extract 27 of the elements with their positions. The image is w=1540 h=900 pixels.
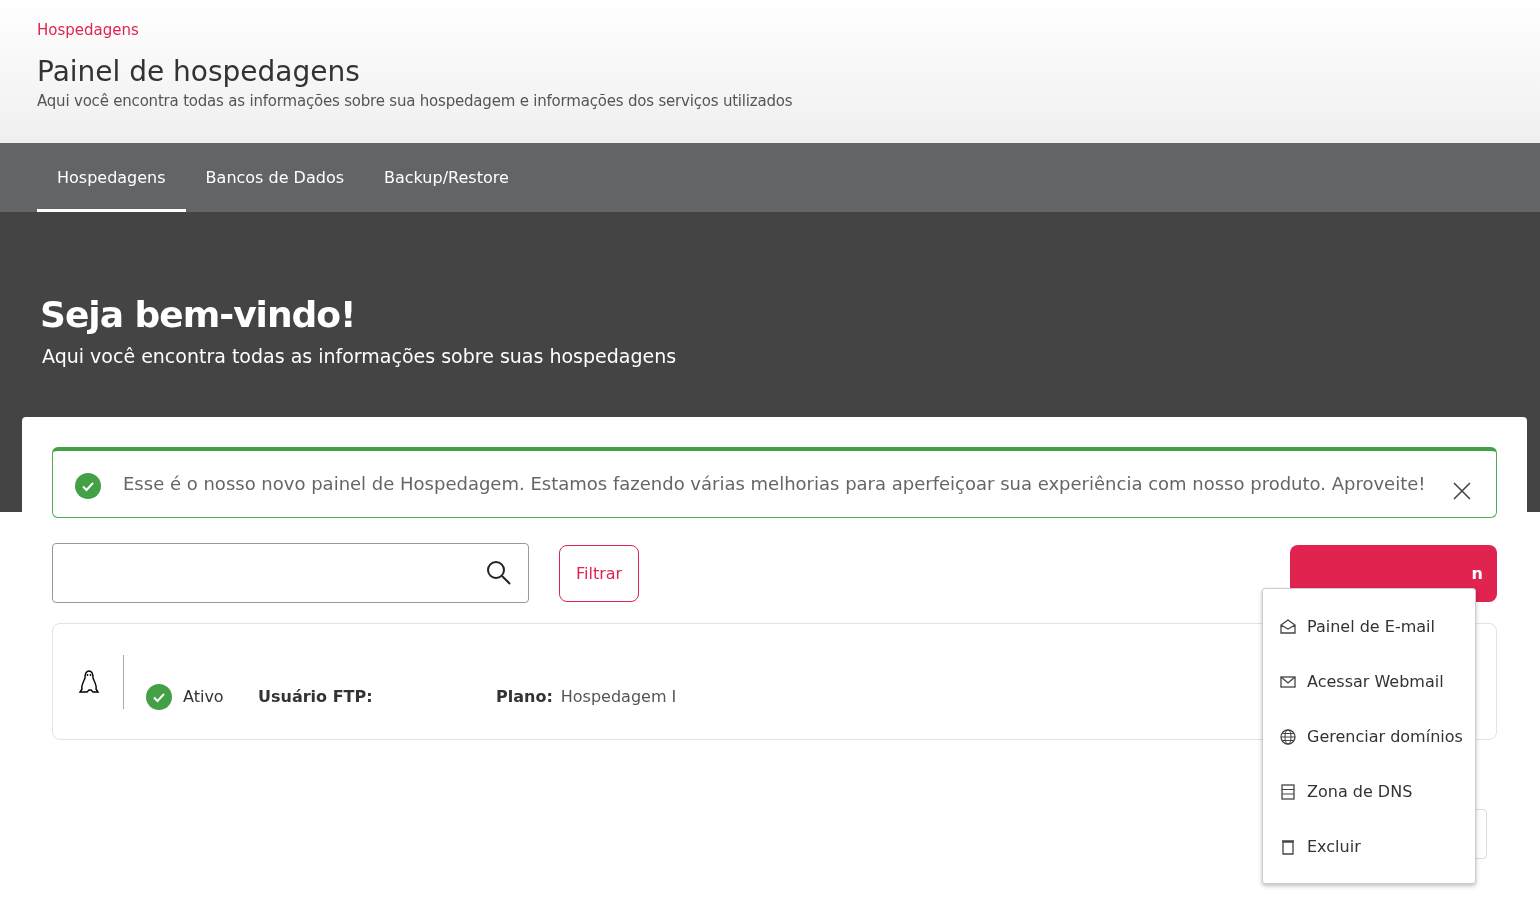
alert-message: Esse é o nosso novo painel de Hospedagem. Estamos fazendo várias melhorias para aperfeiçoar sua experiência com nosso produto. Aproveite!	[123, 472, 1427, 496]
welcome-title: Seja bem-vindo!	[40, 294, 357, 335]
nav-tab[interactable]: Backup/Restore	[364, 143, 529, 212]
nav-tab[interactable]: Bancos de Dados	[185, 143, 364, 212]
plan-value: Hospedagem I	[560, 687, 677, 706]
trash-icon	[1279, 837, 1297, 856]
breadcrumb-link[interactable]: Hospedagens	[37, 21, 139, 39]
welcome-subtitle: Aqui você encontra todas as informações sobre suas hospedagens	[42, 345, 678, 367]
filter-button[interactable]: Filtrar	[559, 544, 640, 602]
menu-item[interactable]: Gerenciar domínios	[1263, 709, 1475, 764]
page-title: Painel de hospedagens	[37, 55, 361, 88]
menu-item[interactable]: Excluir	[1263, 819, 1475, 874]
close-icon[interactable]	[1452, 481, 1472, 501]
menu-item[interactable]: Acessar Webmail	[1263, 654, 1475, 709]
menu-item[interactable]: Painel de E-mail	[1263, 599, 1475, 654]
search-icon	[486, 560, 512, 586]
open-envelope-icon	[1279, 617, 1297, 636]
page-subtitle: Aqui você encontra todas as informações sobre sua hospedagem e informações dos serviços utilizados	[37, 92, 794, 110]
plan-label: Plano:	[496, 687, 553, 706]
ftp-label: Usuário FTP:	[258, 687, 374, 706]
status-text: Ativo	[183, 687, 225, 706]
success-icon	[75, 473, 101, 499]
menu-item[interactable]: Zona de DNS	[1263, 764, 1475, 819]
globe-icon	[1279, 727, 1297, 746]
server-icon	[1279, 782, 1297, 801]
status-icon	[146, 683, 172, 710]
search-field[interactable]	[52, 543, 529, 603]
